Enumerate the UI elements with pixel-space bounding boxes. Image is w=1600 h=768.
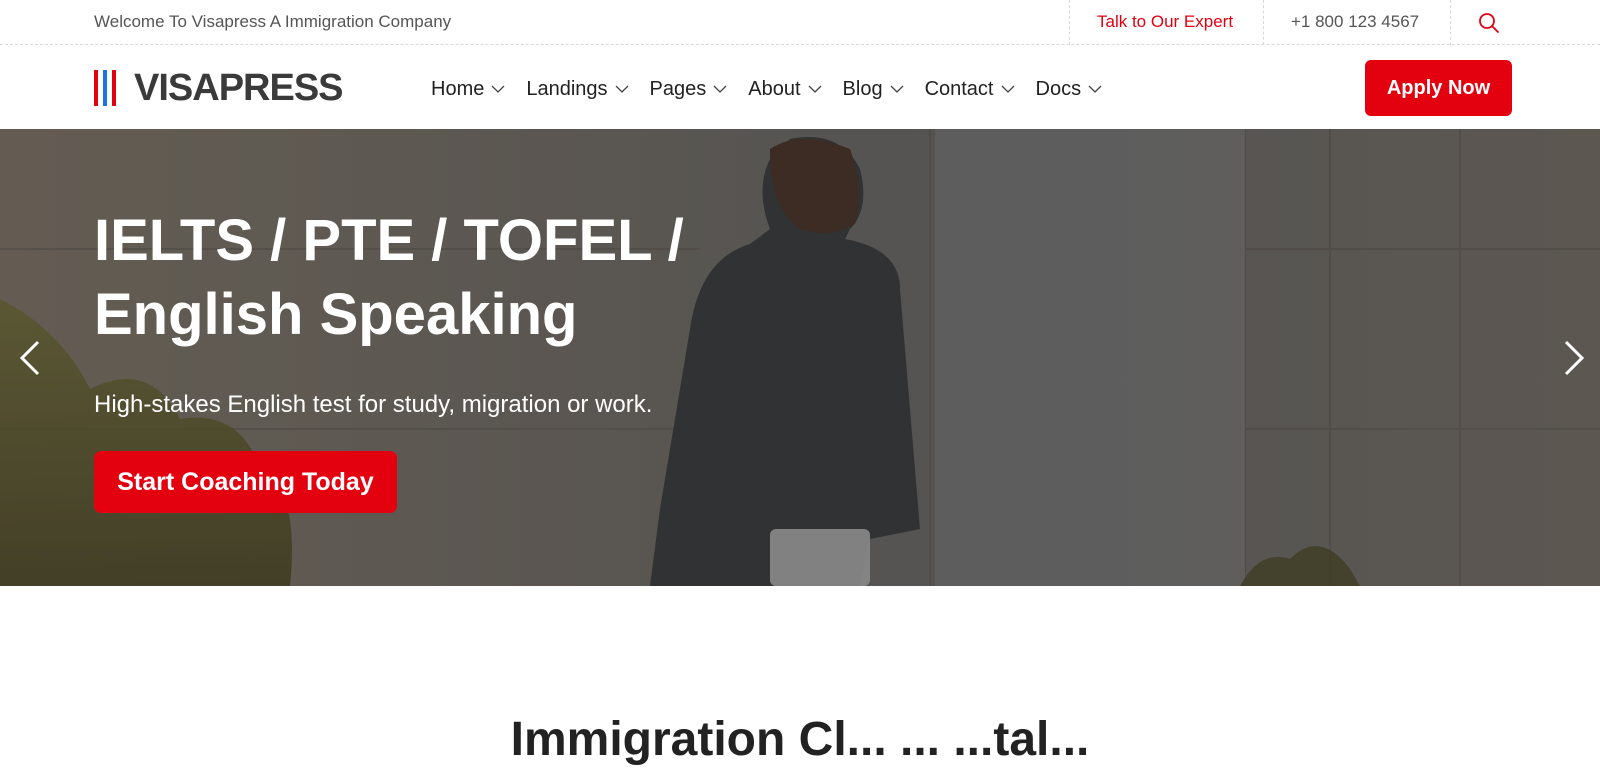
section-heading: Immigration Cl... ... ...tal... (510, 713, 1090, 766)
divider (1450, 0, 1451, 45)
chevron-left-icon[interactable] (16, 338, 46, 378)
nav-item-docs[interactable]: Docs (1036, 75, 1103, 103)
chevron-down-icon (808, 85, 821, 93)
divider (1263, 0, 1264, 45)
hero-background-image (0, 129, 1600, 586)
logo-mark (94, 70, 122, 106)
nav-item-label: Blog (842, 78, 883, 100)
main-navbar: VISAPRESS Home Landings Pages About Blog… (0, 45, 1600, 129)
welcome-text: Welcome To Visapress A Immigration Compa… (94, 12, 452, 31)
hero-subtitle: High-stakes English test for study, migr… (94, 391, 653, 418)
hero-title-line-1: IELTS / PTE / TOFEL / (94, 208, 684, 273)
chevron-down-icon (491, 85, 505, 93)
chevron-down-icon (713, 85, 727, 93)
nav-item-blog[interactable]: Blog (843, 75, 904, 103)
chevron-right-icon[interactable] (1558, 338, 1588, 378)
hero-title: IELTS / PTE / TOFEL / English Speaking (94, 204, 794, 352)
talk-to-expert-link[interactable]: Talk to Our Expert (1097, 12, 1233, 32)
nav-item-pages[interactable]: Pages (650, 75, 728, 103)
hero-slider: IELTS / PTE / TOFEL / English Speaking H… (0, 129, 1600, 586)
chevron-down-icon (1088, 85, 1102, 93)
nav-item-label: Landings (526, 78, 608, 100)
nav-item-label: Contact (924, 78, 994, 100)
nav-item-about[interactable]: About (748, 75, 821, 103)
chevron-down-icon (615, 85, 629, 93)
chevron-down-icon (890, 85, 904, 93)
site-logo[interactable]: VISAPRESS (94, 67, 344, 109)
apply-now-button[interactable]: Apply Now (1365, 60, 1512, 116)
nav-item-landings[interactable]: Landings (526, 75, 629, 103)
divider (1069, 0, 1070, 45)
chevron-down-icon (1001, 85, 1014, 93)
main-menu: Home Landings Pages About Blog Contact D… (431, 75, 1123, 103)
top-bar: Welcome To Visapress A Immigration Compa… (0, 0, 1600, 45)
logo-text: VISAPRESS (134, 67, 344, 109)
nav-item-label: Docs (1035, 78, 1082, 100)
search-icon[interactable] (1477, 11, 1501, 35)
nav-item-label: Home (431, 78, 485, 100)
nav-item-label: About (748, 78, 801, 100)
hero-title-line-2: English Speaking (94, 282, 578, 347)
nav-item-home[interactable]: Home (431, 75, 505, 103)
nav-item-label: Pages (649, 78, 707, 100)
start-coaching-button[interactable]: Start Coaching Today (94, 451, 397, 513)
phone-number[interactable]: +1 800 123 4567 (1291, 12, 1419, 32)
nav-item-contact[interactable]: Contact (925, 75, 1015, 103)
